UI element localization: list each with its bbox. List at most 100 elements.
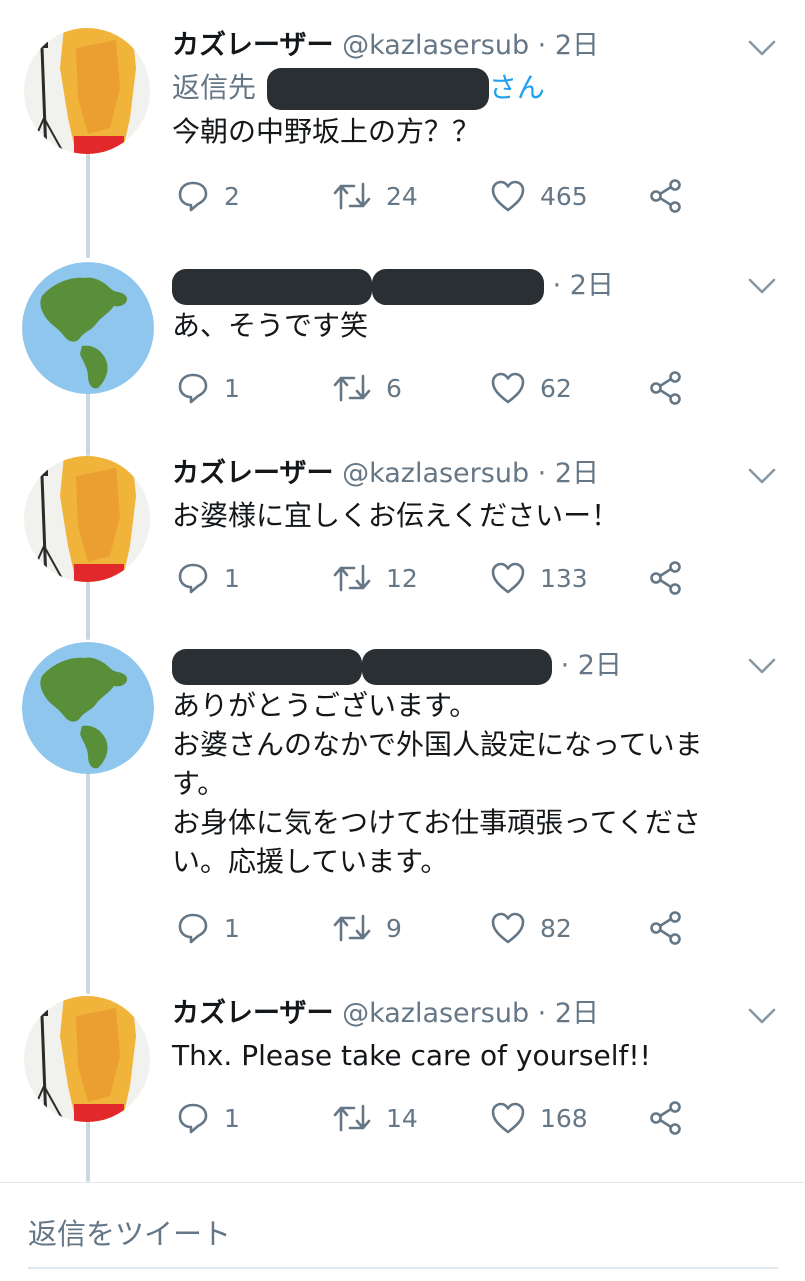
author-handle[interactable]: @kazlasersub bbox=[342, 458, 529, 489]
input-underline bbox=[28, 1267, 778, 1269]
tweet-header: カズレーザー @kazlasersub · 2日 bbox=[172, 452, 599, 496]
like-icon bbox=[491, 562, 525, 594]
like-button[interactable]: 133 bbox=[490, 558, 588, 598]
reply-button[interactable]: 1 bbox=[176, 908, 240, 948]
retweet-button[interactable]: 14 bbox=[332, 1098, 418, 1138]
retweet-icon bbox=[333, 914, 371, 942]
redacted-username bbox=[266, 68, 489, 110]
timestamp[interactable]: 2日 bbox=[555, 998, 599, 1029]
like-icon bbox=[491, 1102, 525, 1134]
retweet-count: 6 bbox=[386, 373, 402, 403]
author-name[interactable]: カズレーザー bbox=[172, 998, 333, 1029]
tweet[interactable]: · 2日 あ、そうです笑 1 6 62 bbox=[0, 262, 805, 432]
separator: · bbox=[552, 650, 578, 681]
share-button[interactable] bbox=[648, 176, 684, 216]
reply-icon bbox=[178, 913, 208, 944]
author-name[interactable]: カズレーザー bbox=[172, 30, 333, 61]
share-button[interactable] bbox=[648, 1098, 684, 1138]
retweet-button[interactable]: 24 bbox=[332, 176, 418, 216]
share-icon bbox=[650, 179, 681, 213]
retweet-button[interactable]: 12 bbox=[332, 558, 418, 598]
like-button[interactable]: 62 bbox=[490, 368, 572, 408]
tweet-header: カズレーザー @kazlasersub · 2日 bbox=[172, 24, 599, 68]
tweet[interactable]: · 2日 ありがとうございます。 お婆さんのなかで外国人設定になっていま す。 … bbox=[0, 642, 805, 962]
like-icon bbox=[491, 372, 525, 404]
like-button[interactable]: 82 bbox=[490, 908, 572, 948]
separator: · bbox=[529, 998, 555, 1029]
timestamp[interactable]: 2日 bbox=[578, 650, 622, 681]
like-count: 465 bbox=[540, 181, 588, 211]
timestamp[interactable]: 2日 bbox=[555, 458, 599, 489]
chevron-down-icon[interactable] bbox=[746, 1006, 778, 1026]
tweet-text: Thx. Please take care of yourself!! bbox=[172, 1039, 651, 1072]
separator: · bbox=[529, 30, 555, 61]
share-icon bbox=[650, 911, 681, 945]
like-icon bbox=[491, 180, 525, 212]
chevron-down-icon[interactable] bbox=[746, 656, 778, 676]
retweet-count: 9 bbox=[386, 913, 402, 943]
retweet-icon bbox=[333, 564, 371, 592]
user-avatar[interactable] bbox=[22, 262, 154, 394]
retweet-count: 14 bbox=[386, 1103, 418, 1133]
user-avatar[interactable] bbox=[22, 642, 154, 774]
chevron-down-icon[interactable] bbox=[746, 38, 778, 58]
timestamp[interactable]: 2日 bbox=[570, 270, 614, 301]
share-icon bbox=[650, 561, 681, 595]
tweet[interactable]: カズレーザー @kazlasersub · 2日 お婆様に宜しくお伝えくださいー… bbox=[0, 452, 805, 622]
separator: · bbox=[544, 270, 570, 301]
retweet-icon bbox=[333, 182, 371, 210]
share-button[interactable] bbox=[648, 368, 684, 408]
retweet-button[interactable]: 9 bbox=[332, 908, 402, 948]
retweet-icon bbox=[333, 1104, 371, 1132]
reply-button[interactable]: 2 bbox=[176, 176, 240, 216]
reply-button[interactable]: 1 bbox=[176, 368, 240, 408]
reply-button[interactable]: 1 bbox=[176, 558, 240, 598]
chevron-down-icon[interactable] bbox=[746, 466, 778, 486]
tweet-actions: 1 9 82 bbox=[172, 908, 692, 948]
reply-count: 1 bbox=[224, 373, 240, 403]
author-handle[interactable]: @kazlasersub bbox=[342, 30, 529, 61]
user-avatar[interactable] bbox=[24, 28, 150, 154]
user-avatar[interactable] bbox=[24, 456, 150, 582]
tweet[interactable]: カズレーザー @kazlasersub · 2日 Thx. Please tak… bbox=[0, 992, 805, 1162]
timestamp[interactable]: 2日 bbox=[555, 30, 599, 61]
tweet-header: カズレーザー @kazlasersub · 2日 bbox=[172, 992, 599, 1036]
reply-input[interactable]: 返信をツイート bbox=[28, 1211, 231, 1253]
tweet-header: · 2日 bbox=[172, 644, 622, 688]
reply-icon bbox=[178, 1103, 208, 1134]
reply-count: 1 bbox=[224, 913, 240, 943]
redacted-author-handle bbox=[362, 648, 552, 685]
reply-icon bbox=[178, 181, 208, 212]
share-button[interactable] bbox=[648, 558, 684, 598]
chevron-down-icon[interactable] bbox=[746, 276, 778, 296]
like-count: 133 bbox=[540, 563, 588, 593]
like-button[interactable]: 168 bbox=[490, 1098, 588, 1138]
tweet-text: あ、そうです笑 bbox=[172, 309, 369, 342]
share-button[interactable] bbox=[648, 908, 684, 948]
separator: · bbox=[529, 458, 555, 489]
tweet-text: お婆様に宜しくお伝えくださいー！ bbox=[172, 499, 620, 532]
tweet-text: ありがとうございます。 お婆さんのなかで外国人設定になっていま す。 お身体に気… bbox=[172, 689, 703, 878]
reply-to-label: 返信先 bbox=[172, 71, 257, 104]
tweet[interactable]: カズレーザー @kazlasersub · 2日 返信先 さん 今朝の中野坂上の… bbox=[0, 24, 805, 234]
reply-composer[interactable]: 返信をツイート bbox=[0, 1182, 805, 1281]
share-icon bbox=[650, 371, 681, 405]
reply-count: 2 bbox=[224, 181, 240, 211]
reply-button[interactable]: 1 bbox=[176, 1098, 240, 1138]
reply-count: 1 bbox=[224, 1103, 240, 1133]
user-avatar[interactable] bbox=[24, 996, 150, 1122]
reply-to-suffix[interactable]: さん bbox=[489, 71, 545, 104]
like-count: 62 bbox=[540, 373, 572, 403]
author-handle[interactable]: @kazlasersub bbox=[342, 998, 529, 1029]
redacted-author-handle bbox=[372, 268, 544, 305]
like-count: 168 bbox=[540, 1103, 588, 1133]
retweet-button[interactable]: 6 bbox=[332, 368, 402, 408]
tweet-text: 今朝の中野坂上の方？？ bbox=[172, 115, 481, 148]
retweet-count: 24 bbox=[386, 181, 418, 211]
redacted-author-name bbox=[172, 648, 362, 685]
reply-icon bbox=[178, 373, 208, 404]
like-button[interactable]: 465 bbox=[490, 176, 588, 216]
author-name[interactable]: カズレーザー bbox=[172, 458, 333, 489]
